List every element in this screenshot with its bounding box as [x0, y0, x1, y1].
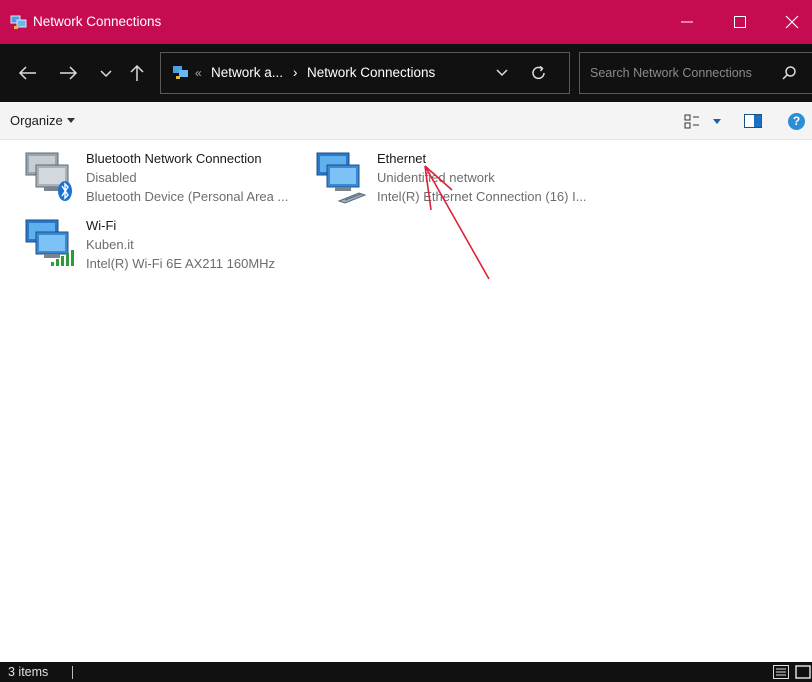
forward-button[interactable] [57, 62, 79, 84]
refresh-icon[interactable] [530, 64, 548, 82]
connection-ethernet[interactable]: Ethernet Unidentified network Intel(R) E… [315, 151, 605, 211]
connection-bluetooth[interactable]: Bluetooth Network Connection Disabled Bl… [24, 151, 304, 211]
command-bar: Organize ? [0, 102, 812, 140]
details-view-icon[interactable] [773, 665, 789, 679]
connection-status: Kuben.it [86, 237, 134, 252]
search-placeholder[interactable]: Search Network Connections [590, 66, 752, 80]
change-view-icon[interactable] [684, 114, 702, 130]
connection-device: Bluetooth Device (Personal Area ... [86, 189, 289, 204]
title-bar: Network Connections [0, 0, 812, 44]
view-options-caret-icon[interactable] [713, 119, 721, 124]
maximize-button[interactable] [720, 0, 760, 44]
address-overflow[interactable]: « [195, 66, 202, 80]
connection-name: Ethernet [377, 151, 427, 166]
item-count: 3 items [8, 665, 49, 679]
close-icon [785, 15, 799, 29]
maximize-icon [734, 16, 746, 28]
minimize-button[interactable] [667, 0, 707, 44]
window-title: Network Connections [33, 14, 162, 29]
network-connections-icon [10, 15, 27, 29]
connection-device: Intel(R) Wi-Fi 6E AX211 160MHz [86, 256, 276, 271]
preview-pane-icon[interactable] [744, 114, 762, 128]
wifi-network-icon [25, 219, 74, 266]
connection-name: Wi-Fi [86, 218, 117, 233]
connection-wifi[interactable]: Wi-Fi Kuben.it Intel(R) Wi-Fi 6E AX211 1… [24, 218, 304, 278]
large-icons-view-icon[interactable] [795, 665, 811, 679]
breadcrumb-network-connections[interactable]: Network Connections [307, 65, 435, 80]
connection-name: Bluetooth Network Connection [86, 151, 262, 166]
ethernet-network-icon [316, 152, 367, 204]
breadcrumb-network[interactable]: Network a... [211, 65, 283, 80]
up-button[interactable] [126, 62, 148, 84]
close-button[interactable] [772, 0, 812, 44]
search-icon[interactable] [781, 65, 797, 81]
address-dropdown-icon[interactable] [495, 67, 509, 79]
bluetooth-network-icon [25, 152, 72, 201]
address-bar[interactable]: « Network a... › Network Connections [160, 52, 570, 94]
status-separator [72, 666, 73, 679]
help-button[interactable]: ? [788, 113, 805, 130]
network-folder-icon [173, 66, 188, 79]
back-button[interactable] [17, 62, 39, 84]
connection-status: Disabled [86, 170, 137, 185]
connection-status: Unidentified network [377, 170, 495, 185]
organize-label: Organize [10, 113, 63, 128]
status-bar: 3 items [0, 662, 812, 682]
recent-locations-button[interactable] [95, 62, 117, 84]
search-box[interactable]: Search Network Connections [579, 52, 812, 94]
connection-device: Intel(R) Ethernet Connection (16) I... [377, 189, 587, 204]
navigation-bar: « Network a... › Network Connections Sea… [0, 44, 812, 102]
organize-caret-icon [66, 118, 75, 123]
breadcrumb-separator: › [293, 65, 298, 80]
organize-button[interactable]: Organize [10, 113, 75, 128]
minimize-icon [681, 21, 693, 23]
